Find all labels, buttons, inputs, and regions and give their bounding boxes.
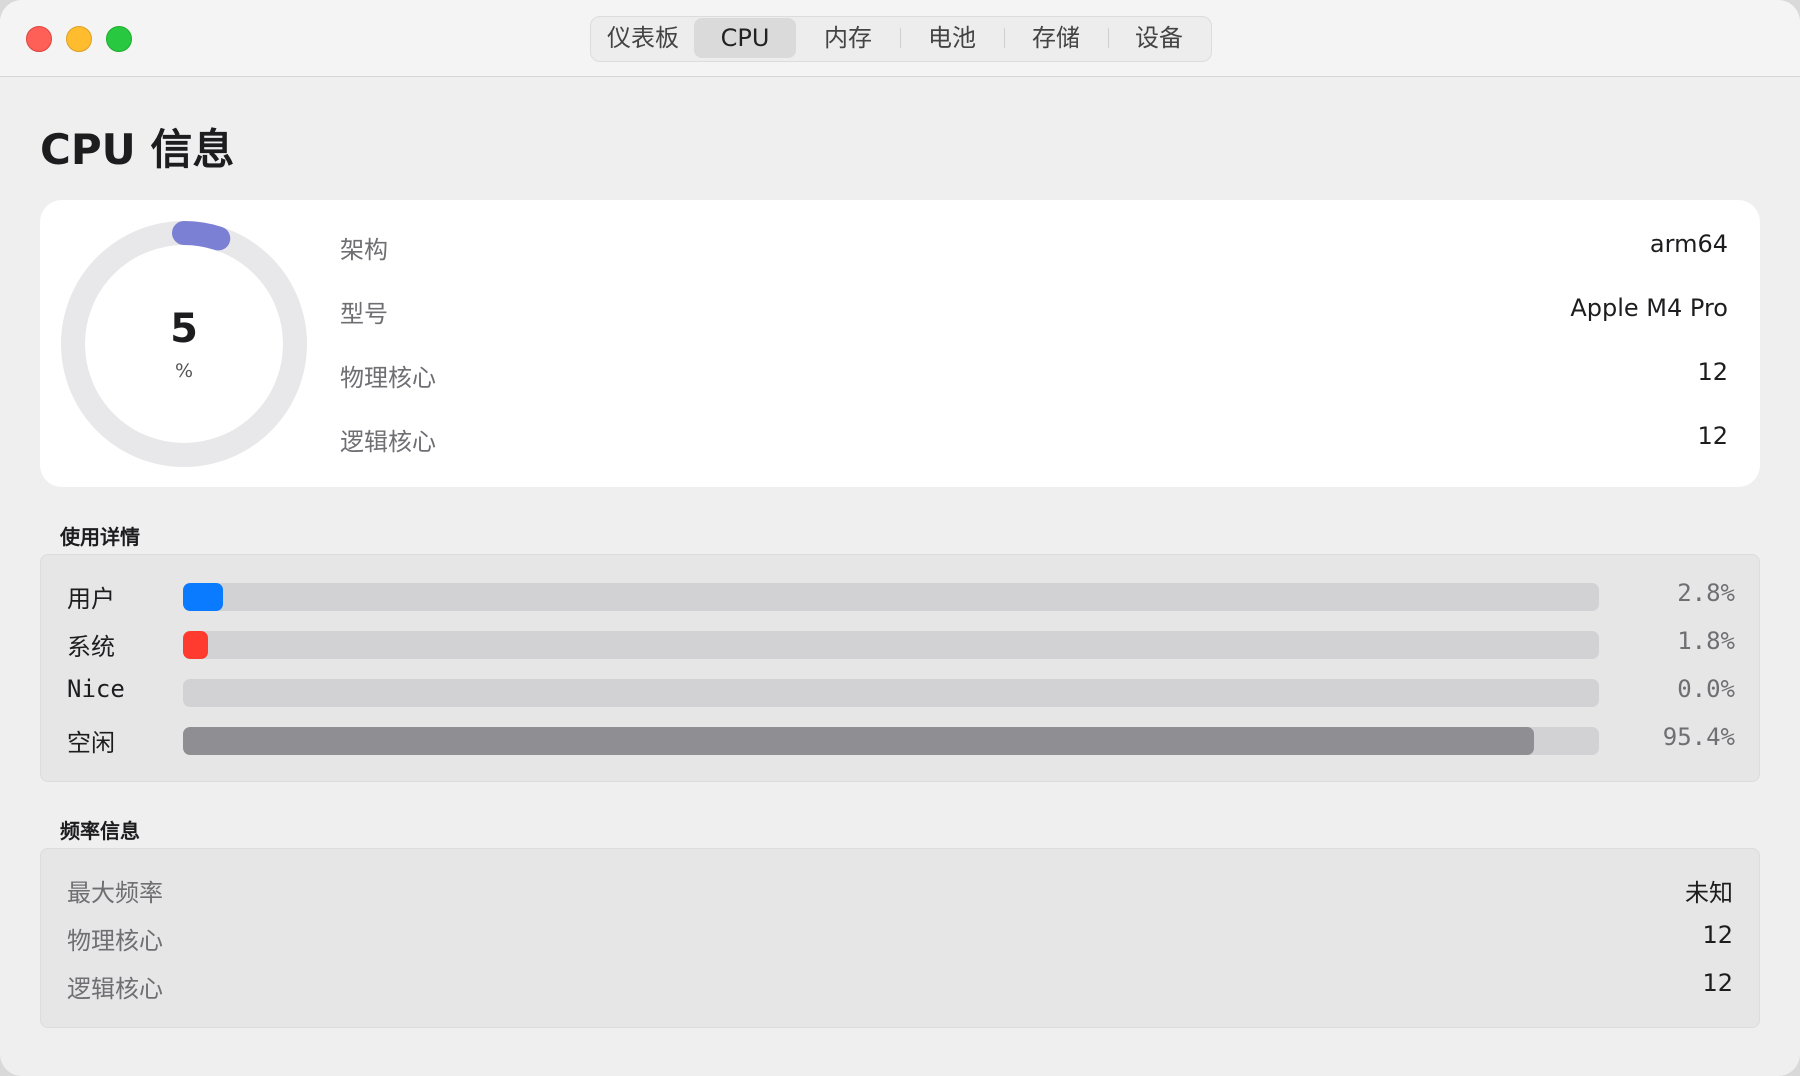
spec-value: 12 [1697,358,1728,386]
freq-label: 最大频率 [67,879,163,907]
spec-label: 型号 [340,300,388,328]
freq-value: 12 [1702,921,1733,949]
frequency-section-title: 频率信息 [60,819,140,843]
close-window-button[interactable] [26,26,52,52]
cpu-usage-unit: % [174,360,194,382]
freq-label: 逻辑核心 [67,975,163,1003]
freq-row-physical-cores: 物理核心 12 [41,917,1759,957]
tab-memory[interactable]: 内存 [796,18,900,58]
app-window: 仪表板 CPU 内存 电池 存储 设备 CPU 信息 5 % 架构 arm64 … [0,0,1800,1076]
spec-value: 12 [1697,422,1728,450]
spec-row-architecture: 架构 arm64 [340,226,1728,266]
usage-bar-fill [183,631,209,659]
usage-row-nice: Nice 0.0% [41,671,1759,711]
title-bar: 仪表板 CPU 内存 电池 存储 设备 [0,0,1800,77]
usage-bar-track [183,631,1599,659]
spec-value: arm64 [1649,230,1728,258]
usage-bar-track [183,583,1599,611]
usage-bar-fill [183,583,223,611]
usage-section-title: 使用详情 [60,525,140,549]
frequency-panel: 最大频率 未知 物理核心 12 逻辑核心 12 [40,848,1760,1028]
usage-label: 用户 [67,585,115,613]
cpu-info-card: 5 % 架构 arm64 型号 Apple M4 Pro 物理核心 12 逻辑核… [40,200,1760,487]
freq-label: 物理核心 [67,927,163,955]
usage-label: 空闲 [67,729,115,757]
usage-percent: 0.0% [1677,675,1735,703]
minimize-window-button[interactable] [66,26,92,52]
usage-row-idle: 空闲 95.4% [41,719,1759,759]
usage-label: 系统 [67,633,115,661]
usage-bar-fill [183,727,1534,755]
freq-row-logical-cores: 逻辑核心 12 [41,965,1759,1005]
usage-bar-track [183,679,1599,707]
zoom-window-button[interactable] [106,26,132,52]
usage-percent: 1.8% [1677,627,1735,655]
spec-value: Apple M4 Pro [1570,294,1728,322]
freq-value: 未知 [1685,879,1733,907]
usage-label: Nice [67,675,125,703]
usage-row-user: 用户 2.8% [41,575,1759,615]
tab-storage[interactable]: 存储 [1004,18,1108,58]
spec-label: 物理核心 [340,364,436,392]
spec-row-logical-cores: 逻辑核心 12 [340,418,1728,458]
spec-row-physical-cores: 物理核心 12 [340,354,1728,394]
cpu-usage-value: 5 [170,306,198,352]
usage-row-system: 系统 1.8% [41,623,1759,663]
tab-battery[interactable]: 电池 [900,18,1004,58]
tab-dashboard[interactable]: 仪表板 [592,18,694,58]
tab-devices[interactable]: 设备 [1108,18,1210,58]
spec-label: 架构 [340,236,388,264]
page-title: CPU 信息 [40,125,235,174]
tab-bar: 仪表板 CPU 内存 电池 存储 设备 [590,16,1212,62]
spec-label: 逻辑核心 [340,428,436,456]
freq-row-max-frequency: 最大频率 未知 [41,869,1759,909]
usage-panel: 用户 2.8% 系统 1.8% Nice 0.0% 空闲 95.4% [40,554,1760,782]
spec-row-model: 型号 Apple M4 Pro [340,290,1728,330]
usage-percent: 95.4% [1662,723,1735,751]
tab-cpu[interactable]: CPU [694,18,796,58]
usage-bar-track [183,727,1599,755]
usage-percent: 2.8% [1677,579,1735,607]
freq-value: 12 [1702,969,1733,997]
